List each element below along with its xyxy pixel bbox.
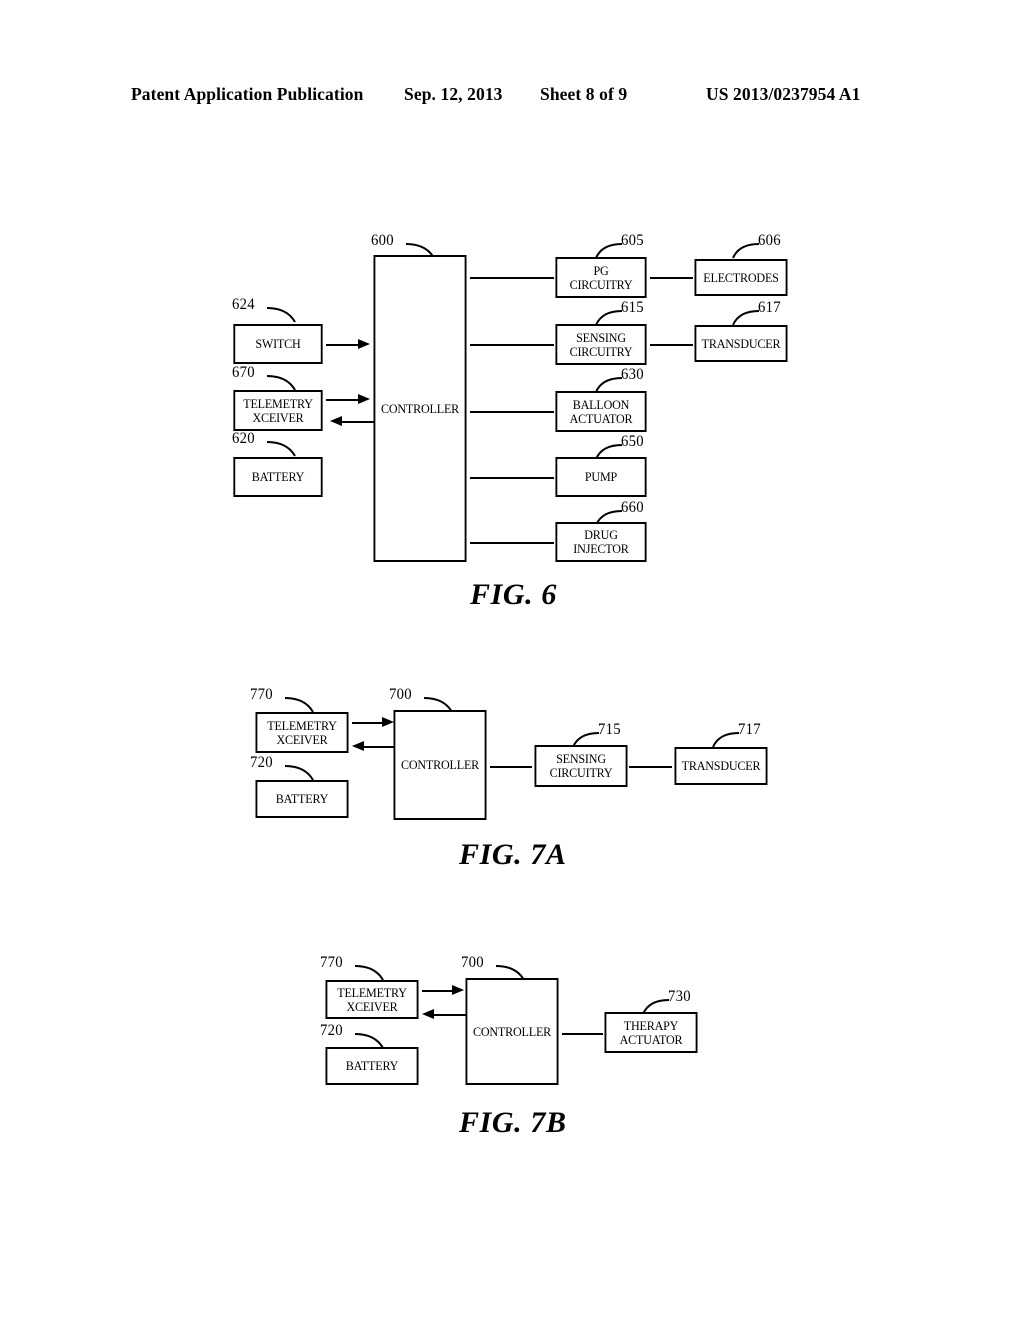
- ref-numeral-670: 670: [232, 364, 255, 381]
- block-balloon-actuator[interactable]: BALLOON ACTUATOR: [555, 391, 647, 432]
- connector-telemetry-to-controller-7a: [352, 722, 385, 724]
- ref-numeral-700-fig7a: 700: [389, 686, 412, 703]
- arrowhead-controller-to-telemetry-7b: [422, 1008, 434, 1019]
- block-controller[interactable]: CONTROLLER: [373, 255, 467, 562]
- block-sensing-circuitry-7a[interactable]: SENSING CIRCUITRY: [534, 745, 628, 787]
- figure-6-caption: FIG. 6: [470, 578, 557, 611]
- block-drug-injector-label: DRUG INJECTOR: [573, 527, 629, 556]
- block-transducer[interactable]: TRANSDUCER: [694, 325, 788, 362]
- block-transducer-label: TRANSDUCER: [701, 335, 781, 351]
- connector-controller-to-pump: [470, 477, 554, 479]
- block-therapy-actuator-7b-label: THERAPY ACTUATOR: [619, 1017, 683, 1047]
- connector-telemetry-to-controller-7b: [422, 990, 455, 992]
- block-switch-label: SWITCH: [255, 336, 301, 352]
- block-battery[interactable]: BATTERY: [233, 457, 323, 497]
- block-battery-label: BATTERY: [251, 469, 305, 485]
- connector-controller-to-therapy-7b: [562, 1033, 603, 1035]
- block-balloon-actuator-label: BALLOON ACTUATOR: [569, 396, 633, 426]
- connector-controller-to-drug: [470, 542, 554, 544]
- figure-7a-caption: FIG. 7A: [459, 838, 567, 871]
- arrowhead-controller-to-telemetry: [330, 415, 342, 426]
- block-controller-7b[interactable]: CONTROLLER: [465, 978, 559, 1085]
- leader-line-617: [732, 310, 760, 326]
- leader-line-720-fig7a: [284, 765, 314, 781]
- arrowhead-telemetry-to-controller-7a: [382, 716, 394, 727]
- connector-controller-to-balloon: [470, 411, 554, 413]
- leader-line-770-fig7b: [354, 965, 384, 981]
- block-telemetry-xceiver[interactable]: TELEMETRY XCEIVER: [233, 390, 323, 431]
- connector-switch-to-controller: [326, 344, 361, 346]
- connector-telemetry-to-controller: [326, 399, 361, 401]
- ref-numeral-620: 620: [232, 430, 255, 447]
- block-telemetry-xceiver-7a[interactable]: TELEMETRY XCEIVER: [255, 712, 349, 753]
- leader-line-717-fig7a: [712, 732, 740, 748]
- block-pump-label: PUMP: [584, 469, 618, 485]
- figure-7b: 770 720 700 730 TELEMETRY XCEIVER BATTER…: [0, 0, 1024, 1139]
- block-sensing-circuitry[interactable]: SENSING CIRCUITRY: [555, 324, 647, 365]
- block-switch[interactable]: SWITCH: [233, 324, 323, 364]
- block-telemetry-xceiver-7b[interactable]: TELEMETRY XCEIVER: [325, 980, 419, 1019]
- figure-7b-caption: FIG. 7B: [459, 1106, 567, 1139]
- arrowhead-switch-to-controller: [358, 338, 370, 349]
- connector-controller-to-sensing: [470, 344, 554, 346]
- leader-line-670: [266, 375, 296, 391]
- block-transducer-7a-label: TRANSDUCER: [681, 758, 761, 774]
- block-telemetry-xceiver-7a-label: TELEMETRY XCEIVER: [267, 717, 337, 747]
- block-battery-7b-label: BATTERY: [345, 1058, 399, 1074]
- block-battery-7a-label: BATTERY: [275, 791, 329, 807]
- ref-numeral-770-fig7a: 770: [250, 686, 273, 703]
- ref-numeral-720-fig7b: 720: [320, 1022, 343, 1039]
- ref-numeral-700-fig7b: 700: [461, 954, 484, 971]
- connector-controller-to-sensing-7a: [490, 766, 532, 768]
- block-drug-injector[interactable]: DRUG INJECTOR: [555, 522, 647, 562]
- block-controller-7a[interactable]: CONTROLLER: [393, 710, 487, 820]
- leader-line-620: [266, 441, 296, 457]
- block-transducer-7a[interactable]: TRANSDUCER: [674, 747, 768, 785]
- block-sensing-circuitry-7a-label: SENSING CIRCUITRY: [549, 751, 613, 780]
- connector-sensing-to-transducer: [650, 344, 693, 346]
- ref-numeral-720-fig7a: 720: [250, 754, 273, 771]
- block-controller-label: CONTROLLER: [380, 400, 460, 416]
- ref-numeral-770-fig7b: 770: [320, 954, 343, 971]
- connector-sensing-to-transducer-7a: [629, 766, 672, 768]
- arrowhead-telemetry-to-controller-7b: [452, 984, 464, 995]
- arrowhead-controller-to-telemetry-7a: [352, 740, 364, 751]
- block-telemetry-xceiver-label: TELEMETRY XCEIVER: [243, 395, 313, 425]
- leader-line-770-fig7a: [284, 697, 314, 713]
- block-battery-7a[interactable]: BATTERY: [255, 780, 349, 818]
- block-controller-7a-label: CONTROLLER: [400, 757, 480, 773]
- leader-line-624: [266, 307, 296, 323]
- block-pump[interactable]: PUMP: [555, 457, 647, 497]
- block-therapy-actuator-7b[interactable]: THERAPY ACTUATOR: [604, 1012, 698, 1053]
- arrowhead-telemetry-to-controller: [358, 393, 370, 404]
- block-sensing-circuitry-label: SENSING CIRCUITRY: [569, 329, 633, 359]
- block-telemetry-xceiver-7b-label: TELEMETRY XCEIVER: [337, 984, 407, 1014]
- block-battery-7b[interactable]: BATTERY: [325, 1047, 419, 1085]
- block-controller-7b-label: CONTROLLER: [472, 1023, 552, 1039]
